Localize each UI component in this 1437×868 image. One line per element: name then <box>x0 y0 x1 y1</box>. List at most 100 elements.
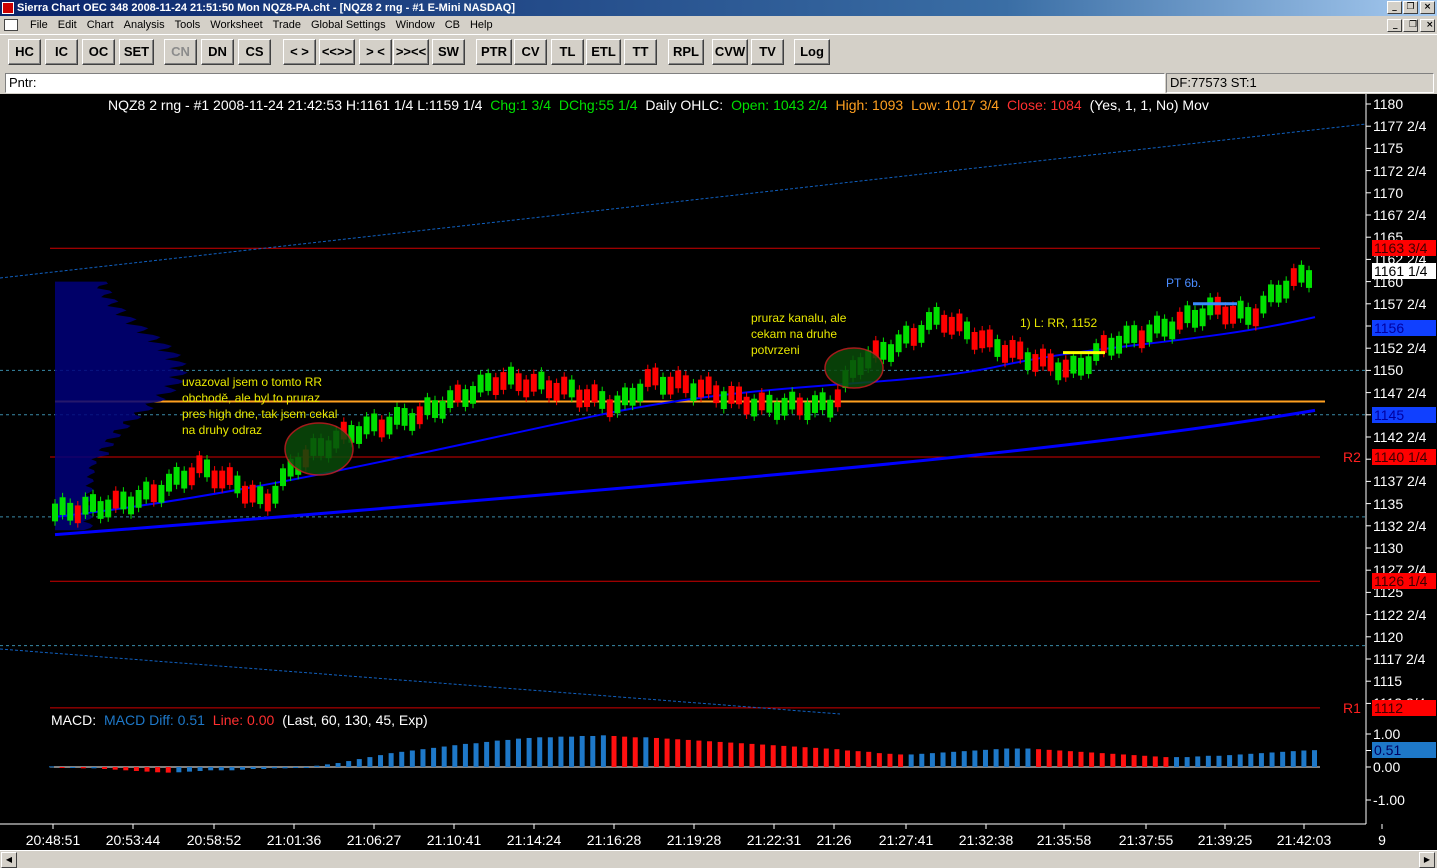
macd-histogram-bar <box>685 739 691 767</box>
macd-histogram-bar <box>770 745 776 767</box>
macd-histogram-bar <box>834 749 840 767</box>
macd-histogram-bar <box>1036 749 1042 767</box>
menu-cb[interactable]: CB <box>440 16 465 35</box>
price-chart[interactable] <box>0 94 1437 850</box>
toolbar-button-20[interactable]: Log <box>794 39 830 65</box>
child-restore-button[interactable]: ❐ <box>1403 19 1418 32</box>
pointer-field[interactable]: Pntr: <box>5 73 1165 93</box>
price-label: 1172 2/4 <box>1373 162 1427 179</box>
macd-histogram-bar <box>791 746 797 767</box>
toolbar-button-19[interactable]: TV <box>751 39 784 65</box>
menu-trade[interactable]: Trade <box>268 16 306 35</box>
toolbar-button-18[interactable]: CVW <box>712 39 748 65</box>
macd-histogram-bar <box>749 743 755 767</box>
time-label: 20:48:51 <box>25 832 81 848</box>
candle-body <box>956 313 963 332</box>
toolbar-button-1[interactable]: IC <box>45 39 78 65</box>
macd-histogram-bar <box>356 759 362 767</box>
toolbar-button-17[interactable]: RPL <box>668 39 704 65</box>
candle-body <box>964 321 970 340</box>
app-icon <box>2 2 14 14</box>
minimize-button[interactable]: _ <box>1387 1 1402 14</box>
candle-body <box>1017 341 1024 360</box>
candle-body <box>97 501 104 519</box>
candle-body <box>804 402 811 420</box>
candle-body <box>774 402 780 420</box>
macd-histogram-bar <box>1269 752 1275 767</box>
candle-body <box>880 341 887 360</box>
candle-body <box>660 376 666 395</box>
candle-body <box>1154 315 1160 334</box>
menu-edit[interactable]: Edit <box>53 16 82 35</box>
macd-histogram-bar <box>908 754 914 767</box>
restore-button[interactable]: ❐ <box>1403 1 1418 14</box>
macd-line: Line: 0.00 <box>212 712 275 728</box>
toolbar-button-12[interactable]: PTR <box>476 39 512 65</box>
menu-tools[interactable]: Tools <box>170 16 206 35</box>
menu-help[interactable]: Help <box>465 16 498 35</box>
candle-body <box>1055 362 1062 381</box>
menu-chart[interactable]: Chart <box>82 16 119 35</box>
toolbar-button-13[interactable]: CV <box>514 39 547 65</box>
toolbar-button-4[interactable]: CN <box>164 39 197 65</box>
toolbar-button-0[interactable]: HC <box>8 39 41 65</box>
candle-body <box>188 467 195 486</box>
child-close-button[interactable]: × <box>1420 19 1435 32</box>
scroll-right-arrow-icon[interactable]: ▶ <box>1419 852 1435 868</box>
candle-body <box>74 505 81 524</box>
macd-histogram-bar <box>632 737 638 767</box>
menu-worksheet[interactable]: Worksheet <box>205 16 267 35</box>
toolbar-button-10[interactable]: >><< <box>393 39 429 65</box>
macd-histogram-bar <box>1237 754 1243 767</box>
macd-histogram-bar <box>59 767 65 768</box>
price-tag: 1156 <box>1372 320 1436 337</box>
candle-body <box>538 371 545 390</box>
horizontal-scrollbar[interactable]: ◀ ▶ <box>0 850 1437 868</box>
chart-area[interactable]: NQZ8 2 rng - #1 2008-11-24 21:42:53 H:11… <box>0 94 1437 850</box>
toolbar-button-16[interactable]: TT <box>624 39 657 65</box>
price-label: 1147 2/4 <box>1373 384 1427 401</box>
toolbar-button-11[interactable]: SW <box>432 39 465 65</box>
menu-window[interactable]: Window <box>391 16 440 35</box>
child-minimize-button[interactable]: _ <box>1387 19 1402 32</box>
toolbar-button-3[interactable]: SET <box>119 39 154 65</box>
candle-body <box>1009 340 1016 358</box>
candle-body <box>447 390 454 409</box>
menu-analysis[interactable]: Analysis <box>119 16 170 35</box>
candle-body <box>576 389 583 408</box>
toolbar-button-6[interactable]: CS <box>238 39 271 65</box>
menu-global-settings[interactable]: Global Settings <box>306 16 391 35</box>
macd-histogram-bar <box>813 747 819 767</box>
toolbar-button-14[interactable]: TL <box>551 39 584 65</box>
macd-histogram-bar <box>866 751 872 767</box>
macd-histogram-bar <box>1184 757 1190 767</box>
candle-body <box>690 383 697 402</box>
macd-histogram-bar <box>1216 755 1222 767</box>
macd-histogram-bar <box>526 737 532 767</box>
toolbar-button-5[interactable]: DN <box>201 39 234 65</box>
price-label: 1120 <box>1373 628 1404 645</box>
close-button[interactable]: × <box>1420 1 1435 14</box>
toolbar-button-8[interactable]: <<>> <box>319 39 355 65</box>
toolbar-button-7[interactable]: < > <box>283 39 316 65</box>
document-icon <box>4 19 18 31</box>
toolbar-button-15[interactable]: ETL <box>586 39 621 65</box>
header-chg: Chg:1 3/4 <box>490 97 551 113</box>
time-label: 21:35:58 <box>1036 832 1092 848</box>
candle-body <box>622 387 628 406</box>
candle-body <box>1040 348 1046 367</box>
candle-body <box>1176 311 1183 330</box>
pointer-bar: Pntr: DF:77573 ST:1 <box>0 72 1437 94</box>
candle-body <box>819 392 826 411</box>
toolbar-button-2[interactable]: OC <box>82 39 115 65</box>
macd-histogram-bar <box>1120 754 1126 767</box>
menu-file[interactable]: File <box>25 16 53 35</box>
candle-body <box>1222 306 1229 325</box>
candle-body <box>386 416 393 435</box>
macd-histogram-bar <box>898 754 904 767</box>
candle-body <box>1123 325 1130 344</box>
time-label: 21:42:03 <box>1276 832 1332 848</box>
macd-histogram-bar <box>303 767 309 768</box>
toolbar-button-9[interactable]: > < <box>359 39 392 65</box>
scroll-left-arrow-icon[interactable]: ◀ <box>1 852 17 868</box>
